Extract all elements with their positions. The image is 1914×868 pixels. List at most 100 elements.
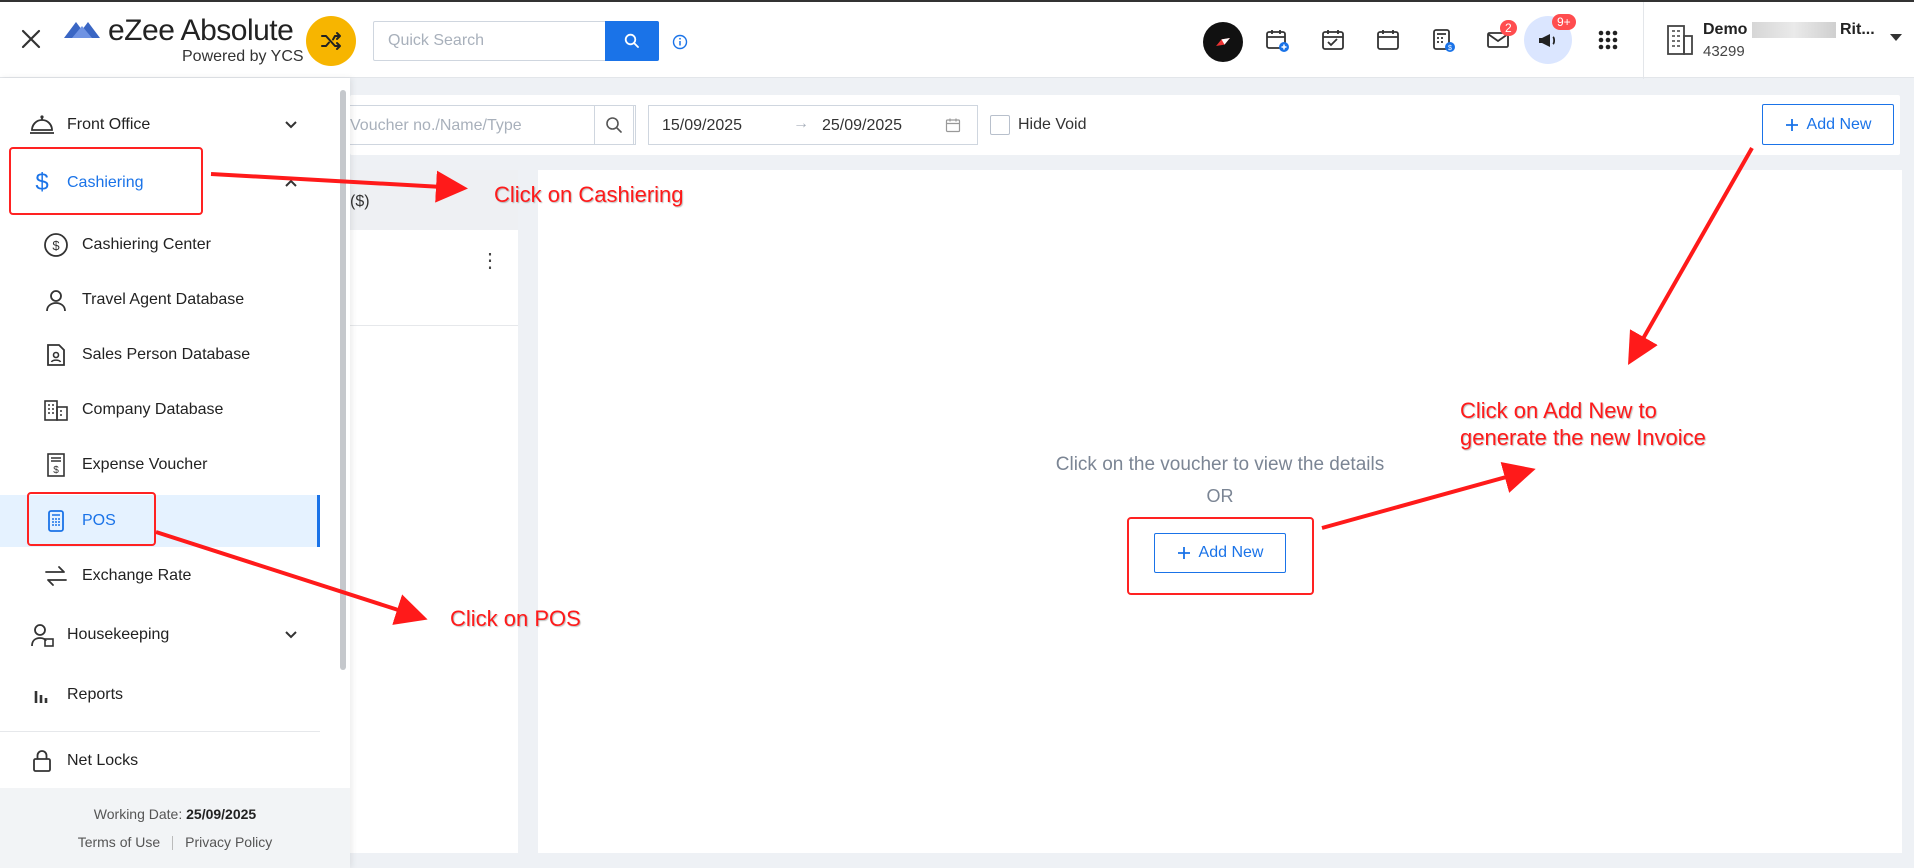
- arrow-right-icon: →: [793, 115, 809, 132]
- app-logo[interactable]: eZee Absolute Powered by YCS: [62, 14, 312, 70]
- list-header: ($): [350, 170, 518, 230]
- ezee-logo-icon: [64, 22, 100, 38]
- switch-property-button[interactable]: [306, 16, 356, 66]
- date-range-picker[interactable]: 15/09/2025 → 25/09/2025: [648, 105, 978, 145]
- annotation-cashiering: Click on Cashiering: [494, 182, 684, 207]
- sidebar-item-net-locks[interactable]: Net Locks: [0, 735, 320, 787]
- privacy-policy-link[interactable]: Privacy Policy: [185, 834, 272, 850]
- sidebar-item-reports[interactable]: Reports: [0, 669, 320, 721]
- chevron-up-icon: [285, 179, 297, 187]
- chevron-down-icon: [285, 121, 297, 129]
- date-from[interactable]: 15/09/2025: [662, 117, 742, 135]
- add-new-label: Add New: [1806, 115, 1872, 133]
- bar-chart-icon: [28, 681, 56, 709]
- hide-void-label: Hide Void: [1018, 116, 1087, 133]
- apps-grid-icon[interactable]: [1590, 22, 1626, 58]
- highlight-pos: [27, 492, 156, 546]
- amount-column-header: ($): [350, 193, 370, 210]
- svg-text:$: $: [53, 465, 59, 476]
- close-menu-icon[interactable]: [18, 26, 44, 52]
- annotation-pos: Click on POS: [450, 606, 581, 631]
- plus-icon: [1785, 118, 1798, 131]
- mail-icon[interactable]: 2: [1480, 20, 1517, 58]
- chevron-down-icon: [285, 631, 297, 639]
- sidebar-subitem-label: Travel Agent Database: [82, 291, 245, 308]
- person-icon: [42, 286, 70, 314]
- top-header: eZee Absolute Powered by YCS $ 2 9+: [0, 0, 1914, 79]
- quick-search-input[interactable]: [374, 22, 606, 60]
- footer-separator: [172, 836, 174, 851]
- search-button[interactable]: [605, 21, 659, 61]
- empty-state-message: Click on the voucher to view the details: [1055, 454, 1385, 475]
- receipt-icon: $: [42, 451, 70, 479]
- announcement-button[interactable]: 9+: [1524, 14, 1576, 64]
- working-date-label: Working Date:: [93, 806, 183, 822]
- sidebar-subitem-company-database[interactable]: Company Database: [0, 384, 320, 436]
- add-new-button-top[interactable]: Add New: [1762, 104, 1894, 145]
- list-item[interactable]: ⋮: [350, 230, 518, 326]
- annotation-add-new: Click on Add New to generate the new Inv…: [1460, 397, 1706, 451]
- terms-of-use-link[interactable]: Terms of Use: [78, 834, 160, 850]
- logo-subtitle: Powered by YCS: [182, 48, 304, 65]
- sidebar-subitem-cashiering-center[interactable]: $ Cashiering Center: [0, 219, 320, 271]
- annotation-add-new-line1: Click on Add New to: [1460, 398, 1657, 423]
- working-date-value: 25/09/2025: [186, 806, 257, 822]
- search-icon: [624, 33, 639, 48]
- sidebar-item-label: Front Office: [67, 116, 151, 133]
- highlight-add-new: [1127, 517, 1314, 595]
- add-reservation-calendar-icon[interactable]: [1259, 22, 1295, 58]
- search-icon: [606, 117, 622, 133]
- sidebar-item-label: Housekeeping: [67, 626, 170, 643]
- or-separator: OR: [1206, 486, 1234, 506]
- calendar-icon[interactable]: [1370, 22, 1406, 58]
- filter-bar: Voucher no./Name/Type 15/09/2025 → 25/09…: [348, 95, 1900, 155]
- sidebar-item-housekeeping[interactable]: Housekeeping: [0, 609, 320, 661]
- mail-count-badge: 2: [1500, 20, 1517, 36]
- chevron-down-icon: [1890, 34, 1902, 41]
- voucher-search[interactable]: Voucher no./Name/Type: [348, 105, 636, 145]
- working-date: Working Date: 25/09/2025: [0, 806, 350, 822]
- sidebar-subitem-label: Expense Voucher: [82, 456, 208, 473]
- sidebar-footer: Working Date: 25/09/2025 Terms of Use Pri…: [0, 788, 350, 868]
- billing-calculator-icon[interactable]: $: [1425, 22, 1461, 58]
- calendar-icon: [945, 118, 961, 133]
- annotation-add-new-line2: generate the new Invoice: [1460, 425, 1706, 450]
- sidebar-subitem-sales-person-database[interactable]: Sales Person Database: [0, 329, 320, 381]
- sidebar-subitem-label: Cashiering Center: [82, 236, 211, 253]
- info-icon[interactable]: [672, 34, 688, 50]
- sidebar-item-front-office[interactable]: Front Office: [0, 99, 320, 151]
- property-id: 43299: [1703, 43, 1745, 60]
- checklist-calendar-icon[interactable]: [1315, 22, 1351, 58]
- sidebar-subitem-label: Sales Person Database: [82, 346, 251, 363]
- sidebar-subitem-travel-agent-database[interactable]: Travel Agent Database: [0, 274, 320, 326]
- compass-icon[interactable]: [1203, 22, 1243, 62]
- sidebar-subitem-label: Company Database: [82, 401, 224, 418]
- voucher-search-button[interactable]: [594, 105, 634, 145]
- announcement-count-badge: 9+: [1552, 14, 1576, 30]
- svg-text:$: $: [52, 238, 60, 253]
- highlight-cashiering: [9, 147, 203, 215]
- megaphone-icon: [1539, 34, 1556, 47]
- footer-links: Terms of Use Privacy Policy: [0, 834, 350, 851]
- building-icon: [42, 396, 70, 424]
- logo-title: eZee Absolute: [108, 14, 294, 47]
- sidebar-subitem-expense-voucher[interactable]: $ Expense Voucher: [0, 439, 320, 491]
- sidebar-subitem-exchange-rate[interactable]: Exchange Rate: [0, 550, 320, 602]
- exchange-icon: [42, 562, 70, 590]
- hide-void-checkbox[interactable]: [990, 115, 1010, 135]
- sidebar-item-label: Reports: [67, 686, 124, 703]
- svg-text:$: $: [1448, 45, 1452, 52]
- date-to[interactable]: 25/09/2025: [822, 117, 902, 135]
- dollar-circle-icon: $: [42, 231, 70, 259]
- voucher-list-panel: ($) ⋮: [350, 170, 518, 853]
- more-options-icon[interactable]: ⋮: [480, 248, 500, 273]
- sidebar-scrollbar[interactable]: [340, 90, 346, 670]
- housekeeping-icon: [28, 621, 56, 649]
- building-icon: [1667, 25, 1693, 55]
- redacted-name-blur: [1752, 22, 1836, 38]
- concierge-bell-icon: [28, 111, 56, 139]
- user-name: Demo: [1703, 21, 1748, 38]
- badge-icon: [42, 341, 70, 369]
- user-profile-menu[interactable]: Demo Rit... 43299: [1643, 2, 1914, 79]
- voucher-detail-panel: Click on the voucher to view the details…: [538, 170, 1902, 853]
